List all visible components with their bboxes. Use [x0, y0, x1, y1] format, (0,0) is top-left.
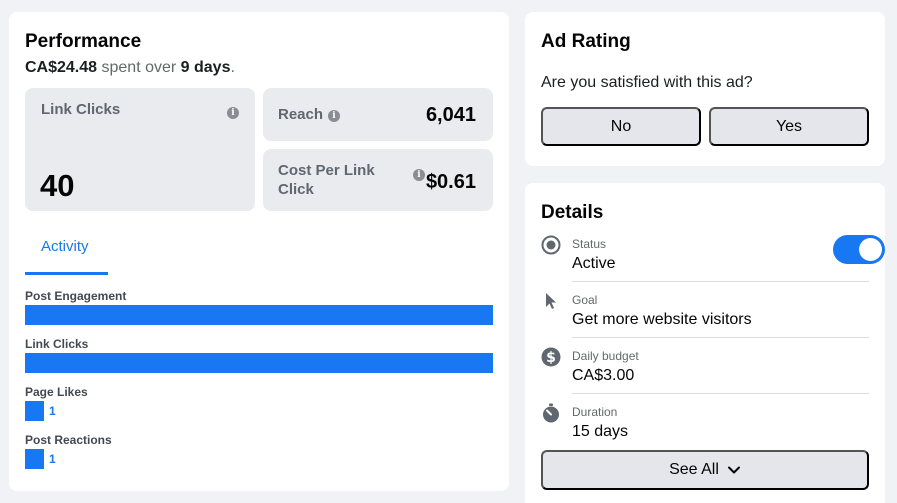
svg-text:$: $ — [546, 350, 556, 366]
dollar-icon: $ — [541, 347, 561, 367]
metric-link-clicks-label: Link Clicks — [41, 101, 121, 118]
activity-label: Post Engagement — [25, 289, 127, 303]
cursor-icon — [546, 293, 556, 309]
yes-button[interactable]: Yes — [709, 107, 869, 146]
no-button[interactable]: No — [541, 107, 701, 146]
detail-budget: $ Daily budget CA$3.00 — [541, 347, 869, 399]
status-toggle[interactable] — [833, 235, 885, 264]
activity-label: Post Reactions — [25, 433, 112, 447]
detail-goal: Goal Get more website visitors — [541, 291, 869, 343]
activity-bar — [25, 353, 493, 373]
detail-goal-label: Goal — [572, 293, 598, 307]
details-card: Details Status Active Goal Get more webs… — [525, 183, 885, 503]
radio-status-icon — [541, 235, 561, 255]
detail-duration-value: 15 days — [572, 423, 629, 440]
detail-status-label: Status — [572, 237, 607, 251]
metric-link-clicks-value: 40 — [40, 168, 75, 203]
performance-subtitle: CA$24.48 spent over 9 days. — [25, 59, 235, 77]
activity-label: Link Clicks — [25, 337, 89, 351]
spent-connector: spent over — [97, 59, 181, 76]
metric-reach-label: Reach — [278, 106, 324, 123]
metric-reach: Reach i 6,041 — [263, 88, 493, 141]
info-icon[interactable]: i — [413, 169, 425, 181]
activity-label: Page Likes — [25, 385, 88, 399]
detail-duration: Duration 15 days — [541, 403, 869, 447]
spent-days: 9 days — [180, 59, 231, 76]
metric-reach-value: 6,041 — [425, 104, 476, 126]
divider — [572, 393, 869, 394]
divider — [572, 337, 869, 338]
divider — [572, 281, 869, 282]
detail-budget-label: Daily budget — [572, 349, 639, 363]
activity-count: 1 — [49, 452, 56, 466]
tab-activity-label: Activity — [41, 238, 89, 255]
metric-cost-per-link-click: Cost Per Link Click i $0.61 — [263, 149, 493, 211]
info-icon[interactable]: i — [328, 110, 340, 122]
info-icon[interactable]: i — [227, 107, 239, 119]
ad-rating-card: Ad Rating Are you satisfied with this ad… — [525, 12, 885, 166]
stopwatch-icon — [543, 403, 559, 423]
details-title: Details — [541, 202, 604, 223]
toggle-knob — [859, 238, 882, 261]
detail-duration-label: Duration — [572, 405, 618, 419]
chevron-down-icon — [727, 466, 740, 474]
detail-budget-value: CA$3.00 — [572, 367, 635, 384]
activity-bar — [25, 449, 44, 469]
detail-goal-value: Get more website visitors — [572, 311, 752, 328]
see-all-button[interactable]: See All — [541, 450, 869, 490]
spent-period: . — [230, 59, 235, 76]
metric-cpc-label: Cost Per Link Click — [278, 162, 375, 198]
see-all-label: See All — [669, 461, 719, 478]
metric-link-clicks: Link Clicks i 40 — [25, 88, 255, 211]
detail-status: Status Active — [541, 235, 885, 287]
performance-title: Performance — [25, 31, 142, 52]
metric-cpc-value: $0.61 — [425, 171, 476, 193]
ad-rating-title: Ad Rating — [541, 31, 631, 52]
activity-bar — [25, 401, 44, 421]
spent-amount: CA$24.48 — [25, 59, 98, 76]
tab-activity[interactable]: Activity — [25, 226, 108, 275]
performance-card: Performance CA$24.48 spent over 9 days. … — [9, 12, 509, 491]
ad-rating-question: Are you satisfied with this ad? — [541, 74, 753, 91]
activity-count: 1 — [49, 404, 56, 418]
detail-status-value: Active — [572, 255, 616, 272]
activity-bar — [25, 305, 493, 325]
